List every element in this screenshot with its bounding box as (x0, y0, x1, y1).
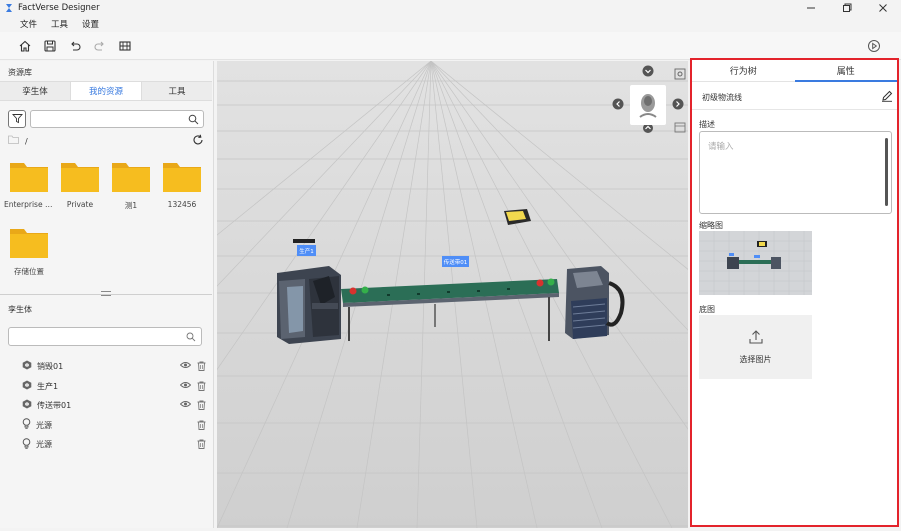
folder-item[interactable]: 存储位置 (4, 225, 54, 277)
app-title: FactVerse Designer (18, 3, 100, 13)
list-item[interactable]: 传送带01 (22, 396, 206, 416)
resource-search-input[interactable] (30, 109, 204, 128)
title-bar: FactVerse Designer (0, 0, 901, 16)
properties-panel: 行为树 属性 初级物流线 描述 请输入 缩略图 底图 选择图片 (690, 58, 899, 527)
menu-bar: 文件 工具 设置 (0, 16, 901, 32)
refresh-icon[interactable] (192, 134, 204, 149)
left-panel: 资源库 孪生体 我的资源 工具 / Enterprise s... Privat… (0, 61, 214, 528)
search-icon[interactable] (188, 114, 199, 128)
resource-search-row (8, 109, 204, 128)
eye-icon[interactable] (180, 361, 191, 371)
resource-tabs: 孪生体 我的资源 工具 (0, 81, 212, 101)
list-item[interactable]: 销毁01 (22, 357, 206, 377)
eye-icon[interactable] (180, 400, 191, 410)
label-tag-conveyor: 传送带01 (442, 256, 469, 267)
toolbar (0, 32, 901, 60)
minimize-icon[interactable] (793, 0, 829, 16)
trash-icon[interactable] (197, 361, 206, 371)
trash-icon[interactable] (197, 420, 206, 430)
base-image-label: 底图 (699, 305, 715, 314)
description-label: 描述 (699, 120, 715, 129)
tab-behavior-tree[interactable]: 行为树 (692, 60, 795, 81)
save-icon[interactable] (41, 37, 59, 55)
folder-item[interactable]: Enterprise s... (4, 159, 54, 209)
breadcrumb: / (8, 134, 204, 148)
light-bulb-icon (22, 437, 31, 452)
trash-icon[interactable] (197, 381, 206, 391)
object-name: 初级物流线 (702, 93, 742, 102)
folder-outline-icon (8, 135, 19, 147)
folder-label: Enterprise s... (4, 200, 54, 209)
filter-icon[interactable] (8, 109, 26, 128)
tab-twins[interactable]: 孪生体 (0, 82, 71, 100)
folder-item[interactable]: 测1 (106, 159, 156, 211)
item-label: 光源 (36, 420, 52, 430)
menu-settings[interactable]: 设置 (82, 18, 99, 30)
twin-icon (22, 360, 32, 373)
app-logo-icon (3, 2, 15, 14)
folder-item[interactable]: 132456 (157, 159, 207, 209)
close-icon[interactable] (865, 0, 901, 16)
textarea-scrollbar[interactable] (885, 138, 888, 206)
trash-icon[interactable] (197, 439, 206, 449)
scene-search-input[interactable] (8, 327, 202, 346)
tab-tools[interactable]: 工具 (142, 82, 212, 100)
light-bulb-icon (22, 418, 31, 432)
scene-panel-title: 孪生体 (8, 305, 32, 314)
current-path: / (25, 136, 28, 146)
tab-properties[interactable]: 属性 (794, 60, 898, 82)
menu-file[interactable]: 文件 (20, 18, 37, 30)
label-tag-production-text: 生产1 (299, 247, 314, 255)
twin-icon (22, 380, 32, 393)
scene-tree: 销毁01 生产1 传送带01 光源 光源 (22, 357, 206, 455)
edit-icon[interactable] (881, 90, 893, 105)
label-tag-conveyor-text: 传送带01 (444, 258, 468, 266)
folder-item[interactable]: Private (55, 159, 105, 209)
item-label: 光源 (36, 440, 52, 450)
folder-label: Private (66, 200, 94, 209)
play-icon[interactable] (865, 37, 883, 55)
upload-image-button[interactable]: 选择图片 (699, 315, 812, 379)
upload-label: 选择图片 (739, 355, 772, 364)
folder-label: 测1 (124, 201, 138, 210)
list-item[interactable]: 生产1 (22, 377, 206, 397)
tab-my-resources[interactable]: 我的资源 (71, 82, 142, 100)
map-icon[interactable] (116, 37, 134, 55)
trash-icon[interactable] (197, 400, 206, 410)
divider (692, 109, 897, 110)
undo-icon[interactable] (66, 37, 84, 55)
folder-label: 存储位置 (14, 267, 44, 276)
scene-canvas[interactable]: 生产1 传送带01 (217, 61, 688, 528)
home-icon[interactable] (16, 37, 34, 55)
menu-tools[interactable]: 工具 (51, 18, 68, 30)
item-label: 生产1 (37, 381, 59, 391)
twin-icon (22, 399, 32, 412)
resource-library-title: 资源库 (8, 68, 32, 77)
folder-label: 132456 (167, 200, 197, 209)
item-label: 销毁01 (37, 362, 64, 372)
description-textarea[interactable]: 请输入 (699, 131, 892, 214)
splitter-grip[interactable] (101, 291, 111, 296)
thumbnail-image (699, 231, 812, 295)
item-label: 传送带01 (37, 401, 72, 411)
redo-icon[interactable] (91, 37, 109, 55)
list-item[interactable]: 光源 (22, 435, 206, 455)
thumbnail-label: 缩略图 (699, 221, 723, 230)
3d-viewport[interactable]: 生产1 传送带01 (217, 61, 688, 528)
label-tag-production: 生产1 (297, 245, 316, 256)
upload-icon (748, 329, 764, 348)
description-placeholder: 请输入 (708, 142, 734, 152)
properties-tabs: 行为树 属性 (692, 60, 897, 82)
list-item[interactable]: 光源 (22, 416, 206, 436)
eye-icon[interactable] (180, 381, 191, 391)
search-icon[interactable] (186, 332, 196, 345)
restore-icon[interactable] (829, 0, 865, 16)
